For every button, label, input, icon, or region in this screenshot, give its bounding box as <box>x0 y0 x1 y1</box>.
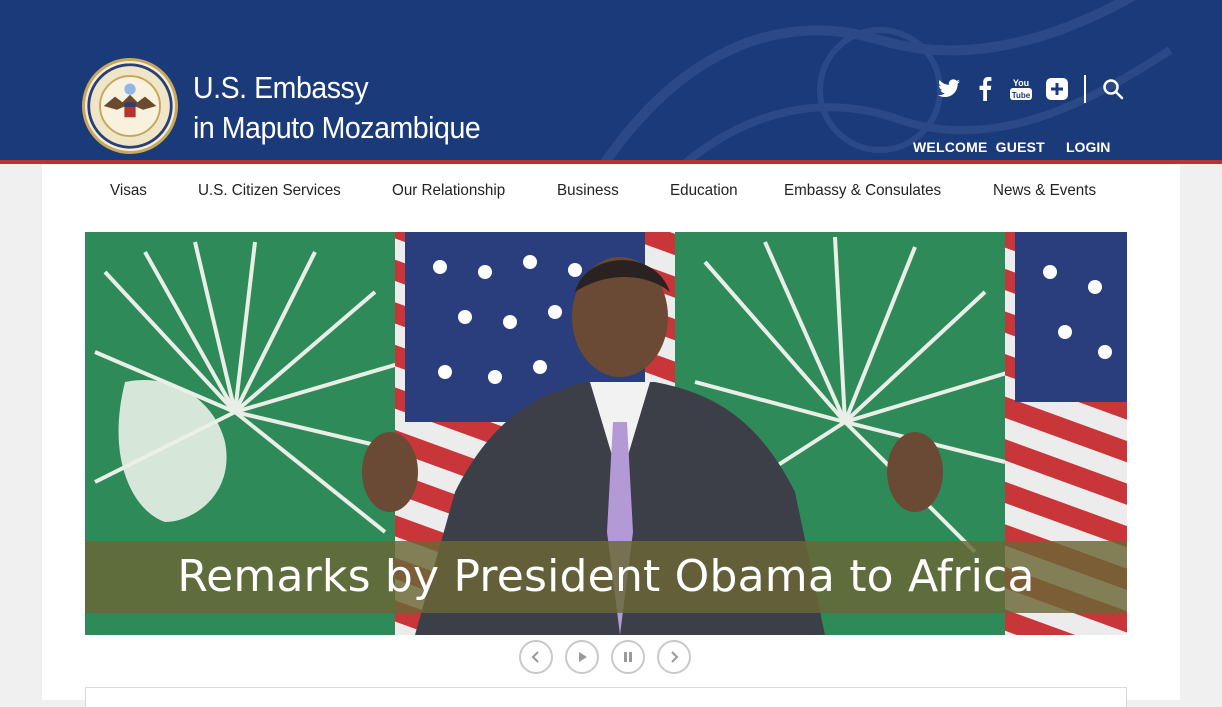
nav-item-news-events[interactable]: News & Events <box>993 182 1096 200</box>
plus-icon[interactable] <box>1044 74 1070 104</box>
site-title-line2: in Maputo Mozambique <box>193 110 481 145</box>
pause-icon <box>624 652 632 662</box>
search-icon[interactable] <box>1100 74 1126 104</box>
nav-item-business[interactable]: Business <box>557 182 619 200</box>
svg-text:Tube: Tube <box>1012 91 1031 100</box>
main-navigation: Visas U.S. Citizen Services Our Relation… <box>42 164 1180 220</box>
carousel-pause-button[interactable] <box>611 640 645 674</box>
facebook-icon[interactable] <box>972 74 998 104</box>
site-header: U.S. Embassy in Maputo Mozambique You Tu… <box>0 0 1222 164</box>
carousel-play-button[interactable] <box>565 640 599 674</box>
hero-caption[interactable]: Remarks by President Obama to Africa <box>85 542 1127 612</box>
hero-slide[interactable]: Remarks by President Obama to Africa <box>85 232 1127 635</box>
site-title-line1: U.S. Embassy <box>193 70 369 105</box>
youtube-icon[interactable]: You Tube <box>1008 74 1034 104</box>
chevron-left-icon <box>531 651 539 663</box>
social-links: You Tube <box>936 74 1126 104</box>
play-icon <box>579 652 587 662</box>
carousel-prev-button[interactable] <box>519 640 553 674</box>
twitter-icon[interactable] <box>936 74 962 104</box>
site-title[interactable]: U.S. Embassy in Maputo Mozambique <box>193 68 481 148</box>
nav-item-citizen-services[interactable]: U.S. Citizen Services <box>198 182 341 200</box>
login-link[interactable]: LOGIN <box>1066 139 1110 155</box>
carousel-next-button[interactable] <box>657 640 691 674</box>
nav-item-our-relationship[interactable]: Our Relationship <box>392 182 505 200</box>
welcome-guest-text: WELCOME GUEST <box>913 139 1045 155</box>
nav-item-visas[interactable]: Visas <box>110 182 147 200</box>
chevron-right-icon <box>671 651 679 663</box>
content-card <box>85 687 1127 707</box>
nav-item-embassy-consulates[interactable]: Embassy & Consulates <box>784 182 941 200</box>
svg-text:You: You <box>1013 78 1029 88</box>
carousel-controls <box>519 640 691 674</box>
nav-item-education[interactable]: Education <box>670 182 738 200</box>
embassy-seal-logo[interactable] <box>82 58 178 154</box>
social-divider <box>1084 75 1086 103</box>
